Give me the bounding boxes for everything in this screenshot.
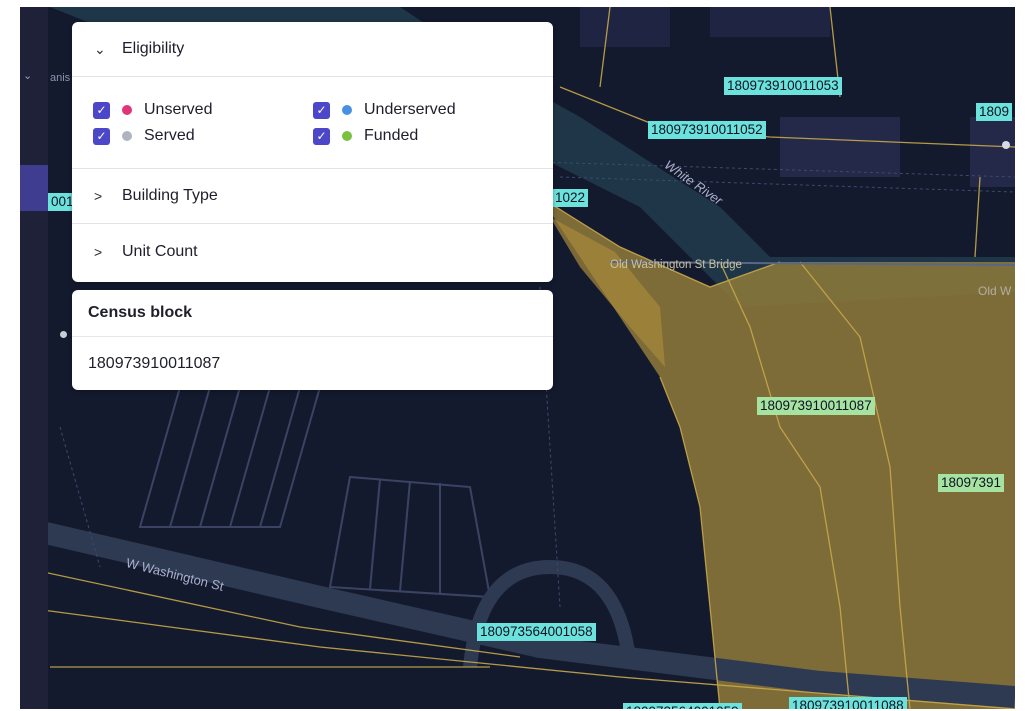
status-dot (122, 131, 132, 141)
block-label[interactable]: 180973910011053 (724, 77, 842, 95)
census-block-panel: Census block 180973910011087 (72, 290, 553, 390)
status-dot (342, 105, 352, 115)
unit-count-title: Unit Count (122, 242, 198, 260)
filter-label: Served (144, 127, 195, 144)
building-type-section-header[interactable]: > Building Type (72, 169, 553, 224)
building-type-title: Building Type (122, 187, 218, 204)
eligibility-section-header[interactable]: ⌄ Eligibility (72, 22, 553, 77)
sidebar-fragment-text: anis (50, 72, 71, 84)
block-label[interactable]: 180973910011088 (789, 697, 907, 709)
filter-label: Funded (364, 127, 419, 144)
filter-label: Underserved (364, 101, 456, 118)
chevron-right-icon: > (94, 243, 103, 260)
sidebar-active-item[interactable] (20, 165, 48, 211)
map-point-marker[interactable] (1002, 141, 1010, 149)
checkbox-checked-icon[interactable]: ✓ (313, 127, 330, 145)
checkbox-checked-icon[interactable]: ✓ (93, 101, 110, 119)
map-point-marker[interactable] (60, 331, 67, 338)
eligibility-title: Eligibility (122, 40, 185, 57)
street-label-bridge: Old Washington St Bridge (610, 259, 742, 271)
block-label[interactable]: 180973564001059 (623, 703, 742, 709)
block-label[interactable]: 18097391 (938, 474, 1005, 492)
filter-panel: ⌄ Eligibility ✓ Unserved ✓ Underserved ✓… (72, 22, 553, 282)
eligibility-options: ✓ Unserved ✓ Underserved ✓ Served ✓ Fund… (72, 77, 553, 169)
block-label[interactable]: 1809 (976, 103, 1013, 121)
block-label[interactable]: 1022 (552, 189, 589, 207)
chevron-down-icon: ⌄ (94, 40, 106, 57)
unit-count-section-header[interactable]: > Unit Count (72, 224, 553, 279)
checkbox-checked-icon[interactable]: ✓ (313, 101, 330, 119)
filter-served[interactable]: ✓ Served (93, 127, 195, 145)
filter-funded[interactable]: ✓ Funded (313, 127, 418, 145)
filter-unserved[interactable]: ✓ Unserved (93, 101, 212, 119)
block-label[interactable]: 180973564001058 (477, 623, 596, 641)
map-canvas[interactable]: ⌄ anis White River Old Washington St Bri… (20, 7, 1015, 709)
app-sidebar (20, 7, 48, 709)
status-dot (122, 105, 132, 115)
block-label[interactable]: 180973910011052 (648, 121, 766, 139)
filter-label: Unserved (144, 101, 213, 118)
status-dot (342, 131, 352, 141)
chevron-right-icon: > (94, 188, 103, 204)
block-label-selected[interactable]: 180973910011087 (757, 397, 875, 415)
street-label-old-w: Old W (978, 284, 1012, 298)
filter-underserved[interactable]: ✓ Underserved (313, 101, 456, 119)
checkbox-checked-icon[interactable]: ✓ (93, 127, 110, 145)
census-block-value: 180973910011087 (88, 354, 221, 372)
sidebar-chevron-icon[interactable]: ⌄ (23, 69, 32, 82)
census-block-title: Census block (72, 290, 553, 337)
